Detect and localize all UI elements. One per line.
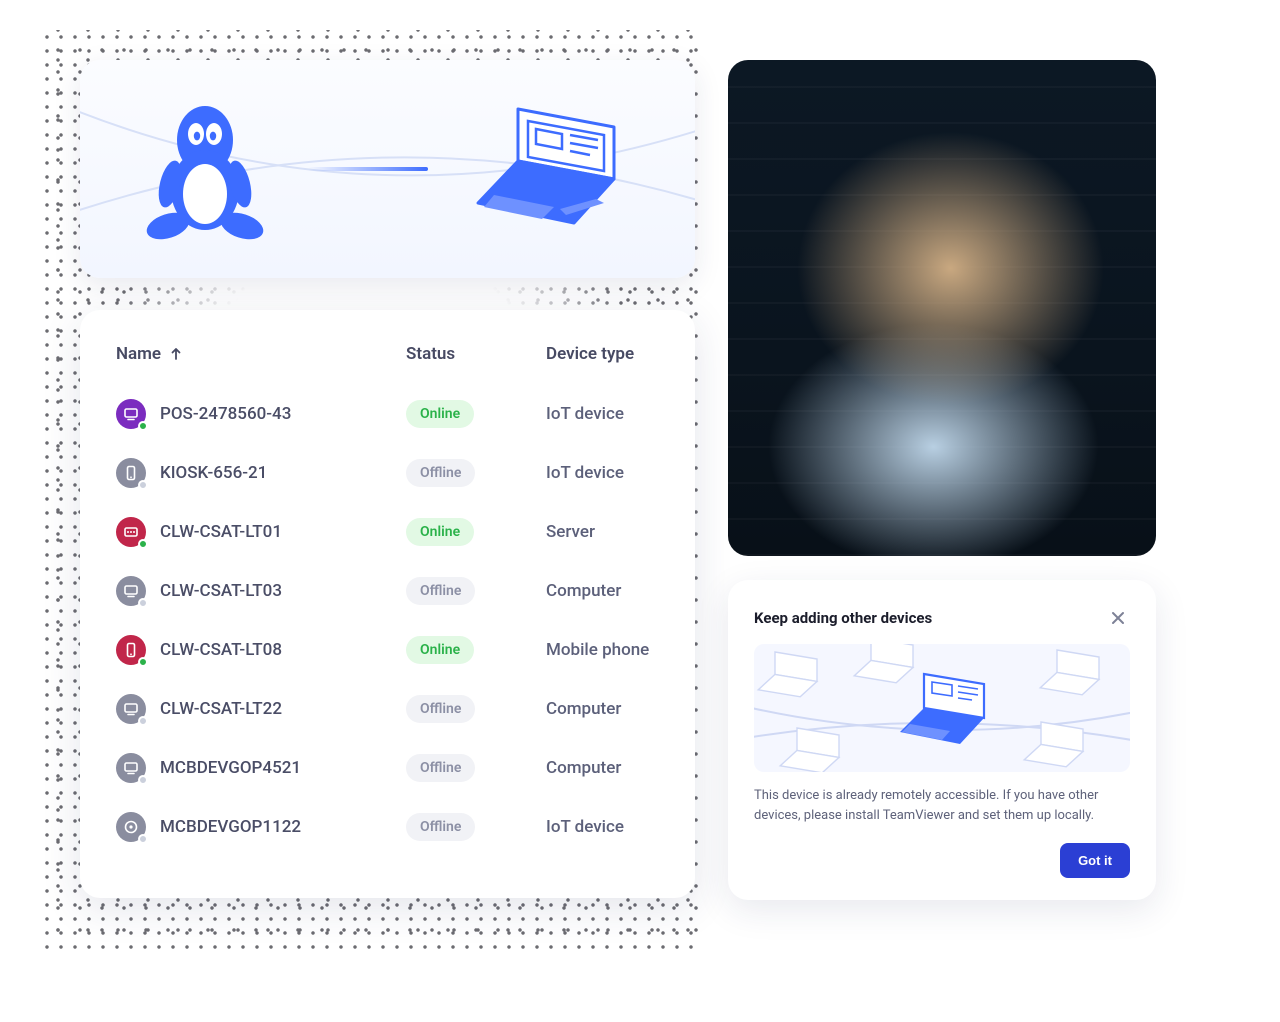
device-type-label: Computer [546,581,659,601]
status-badge: Online [406,636,474,664]
promo-illustration [754,644,1130,772]
linux-penguin-icon [140,94,270,244]
sort-ascending-icon [169,347,183,361]
col-name-label[interactable]: Name [116,344,161,364]
device-type-icon [116,753,146,783]
device-name: CLW-CSAT-LT22 [160,699,282,719]
close-icon [1111,611,1125,625]
device-row[interactable]: CLW-CSAT-LT08 Online Mobile phone [116,620,659,679]
status-badge: Offline [406,459,475,487]
devices-table-card: Name Status Device type POS-2478560-43 On… [80,310,695,898]
device-type-icon [116,458,146,488]
device-type-icon [116,812,146,842]
device-name: CLW-CSAT-LT03 [160,581,282,601]
linux-to-laptop-banner [80,60,695,278]
device-name: MCBDEVGOP4521 [160,758,301,778]
device-type-label: IoT device [546,817,659,837]
device-row[interactable]: CLW-CSAT-LT22 Offline Computer [116,679,659,738]
device-row[interactable]: MCBDEVGOP4521 Offline Computer [116,738,659,797]
status-badge: Offline [406,813,475,841]
device-row[interactable]: CLW-CSAT-LT03 Offline Computer [116,561,659,620]
status-badge: Online [406,518,474,546]
col-type-label[interactable]: Device type [546,344,659,364]
device-name: CLW-CSAT-LT08 [160,640,282,660]
device-row[interactable]: MCBDEVGOP1122 Offline IoT device [116,797,659,856]
device-name: POS-2478560-43 [160,404,291,424]
col-status-label[interactable]: Status [406,344,546,364]
device-type-label: IoT device [546,463,659,483]
device-type-label: Computer [546,699,659,719]
status-badge: Offline [406,695,475,723]
device-type-label: IoT device [546,404,659,424]
device-type-label: Mobile phone [546,640,659,660]
device-type-label: Server [546,522,659,542]
device-name: MCBDEVGOP1122 [160,817,301,837]
device-row[interactable]: CLW-CSAT-LT01 Online Server [116,502,659,561]
connection-arrow [308,167,428,171]
device-type-icon [116,576,146,606]
laptop-icon [466,99,636,239]
device-type-label: Computer [546,758,659,778]
status-badge: Offline [406,754,475,782]
got-it-button[interactable]: Got it [1060,843,1130,878]
close-button[interactable] [1106,606,1130,630]
device-type-icon [116,517,146,547]
device-row[interactable]: KIOSK-656-21 Offline IoT device [116,443,659,502]
device-name: KIOSK-656-21 [160,463,267,483]
keep-adding-devices-card: Keep adding other devices [728,580,1156,900]
device-type-icon [116,694,146,724]
person-with-laptop-photo [728,60,1156,556]
device-type-icon [116,635,146,665]
devices-table-header: Name Status Device type [116,344,659,384]
status-badge: Offline [406,577,475,605]
status-badge: Online [406,400,474,428]
promo-body-text: This device is already remotely accessib… [754,786,1130,826]
device-row[interactable]: POS-2478560-43 Online IoT device [116,384,659,443]
device-type-icon [116,399,146,429]
promo-title: Keep adding other devices [754,609,932,627]
device-name: CLW-CSAT-LT01 [160,522,282,542]
